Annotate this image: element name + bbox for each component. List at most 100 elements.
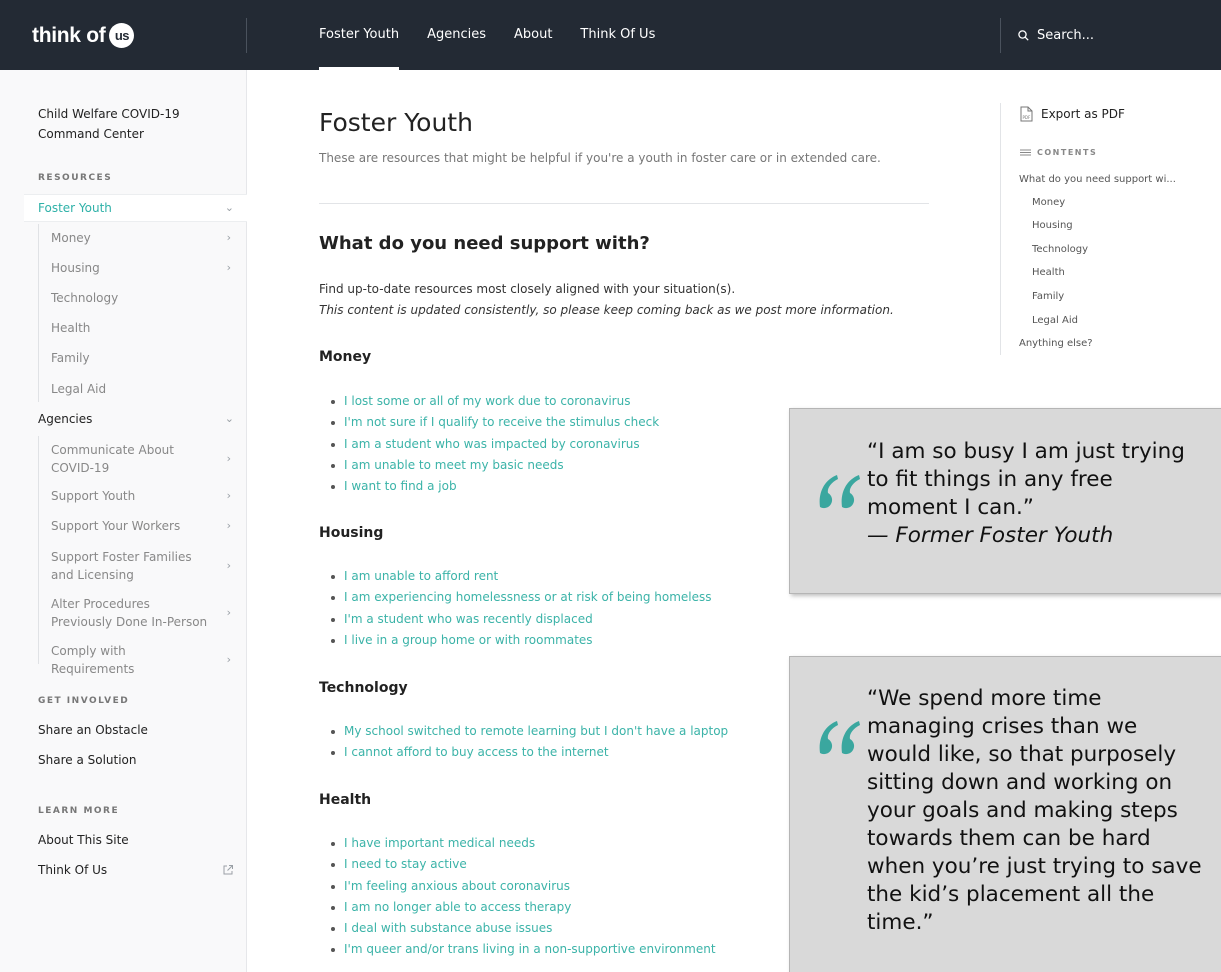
nav-think-of-us[interactable]: Think Of Us bbox=[580, 0, 655, 70]
resource-link[interactable]: I'm not sure if I qualify to receive the… bbox=[331, 412, 659, 433]
export-label: Export as PDF bbox=[1041, 107, 1125, 121]
resource-link[interactable]: I need to stay active bbox=[331, 854, 716, 875]
sidebar-item-support-workers[interactable]: Support Your Workers › bbox=[51, 517, 231, 535]
resource-link[interactable]: I live in a group home or with roommates bbox=[331, 630, 712, 651]
svg-text:PDF: PDF bbox=[1023, 115, 1031, 120]
sidebar-item-label: Support Youth bbox=[51, 489, 136, 503]
think-of-us-logo[interactable]: think of us bbox=[32, 23, 135, 48]
resource-link[interactable]: My school switched to remote learning bu… bbox=[331, 721, 728, 742]
resource-link[interactable]: I'm queer and/or trans living in a non-s… bbox=[331, 939, 716, 960]
toc-item-money[interactable]: Money bbox=[1032, 197, 1065, 208]
sidebar-item-family[interactable]: Family bbox=[51, 349, 231, 367]
sidebar-item-agencies[interactable]: Agencies ⌄ bbox=[38, 410, 234, 428]
resource-link[interactable]: I lost some or all of my work due to cor… bbox=[331, 391, 659, 412]
sidebar-item-share-solution[interactable]: Share a Solution bbox=[38, 751, 234, 769]
chevron-right-icon: › bbox=[226, 452, 231, 465]
sidebar-item-legal-aid[interactable]: Legal Aid bbox=[51, 380, 231, 398]
resource-link[interactable]: I cannot afford to buy access to the int… bbox=[331, 742, 728, 763]
toc-item-technology[interactable]: Technology bbox=[1032, 244, 1088, 255]
nav-about[interactable]: About bbox=[514, 0, 552, 70]
sidebar-item-label: Technology bbox=[51, 291, 119, 305]
sidebar-item-alter-procedures[interactable]: Alter Procedures Previously Done In-Pers… bbox=[51, 595, 231, 631]
resource-link[interactable]: I am a student who was impacted by coron… bbox=[331, 434, 659, 455]
quote-line: towards them can be hard bbox=[867, 826, 1151, 851]
sidebar-item-support-youth[interactable]: Support Youth › bbox=[51, 487, 231, 505]
sidebar-item-support-foster-families[interactable]: Support Foster Families and Licensing › bbox=[51, 548, 231, 584]
sidebar-item-label: Comply with Requirements bbox=[51, 644, 135, 676]
resource-link[interactable]: I have important medical needs bbox=[331, 833, 716, 854]
chevron-right-icon: › bbox=[226, 606, 231, 619]
resources-heading: RESOURCES bbox=[38, 173, 113, 183]
nav-agencies[interactable]: Agencies bbox=[427, 0, 486, 70]
submenu-line bbox=[38, 436, 39, 664]
toc-item-housing[interactable]: Housing bbox=[1032, 220, 1073, 231]
sidebar-item-label: Health bbox=[51, 321, 91, 335]
sidebar-item-foster-youth[interactable]: Foster Youth ⌄ bbox=[38, 199, 234, 217]
sidebar-item-health[interactable]: Health bbox=[51, 319, 231, 337]
chevron-right-icon: › bbox=[226, 519, 231, 532]
main-nav: Foster Youth Agencies About Think Of Us bbox=[319, 0, 683, 70]
toc-item-legal-aid[interactable]: Legal Aid bbox=[1032, 315, 1078, 326]
chevron-right-icon: › bbox=[226, 653, 231, 666]
quote-box: “I am so busy I am just trying to fit th… bbox=[789, 408, 1221, 594]
sidebar-item-label: Share an Obstacle bbox=[38, 723, 148, 737]
sidebar-item-comply[interactable]: Comply with Requirements › bbox=[51, 642, 231, 678]
toc-divider bbox=[1000, 103, 1001, 355]
resource-link[interactable]: I'm a student who was recently displaced bbox=[331, 609, 712, 630]
toc-item-support[interactable]: What do you need support wi... bbox=[1019, 174, 1176, 185]
quotation-mark-icon bbox=[819, 721, 860, 755]
health-links: I have important medical needs I need to… bbox=[331, 833, 716, 961]
sidebar-item-share-obstacle[interactable]: Share an Obstacle bbox=[38, 721, 234, 739]
housing-heading: Housing bbox=[319, 525, 384, 541]
external-link-icon bbox=[223, 865, 233, 875]
resource-link[interactable]: I deal with substance abuse issues bbox=[331, 918, 716, 939]
sidebar-item-communicate[interactable]: Communicate About COVID-19 › bbox=[51, 441, 231, 477]
toc-item-health[interactable]: Health bbox=[1032, 267, 1065, 278]
intro-italic-text: This content is updated consistently, so… bbox=[319, 303, 894, 317]
quote-line: to fit things in any free bbox=[867, 467, 1113, 492]
money-links: I lost some or all of my work due to cor… bbox=[331, 391, 659, 497]
resource-link[interactable]: I am unable to afford rent bbox=[331, 566, 712, 587]
quote-line: sitting down and working on bbox=[867, 770, 1173, 795]
get-involved-heading: GET INVOLVED bbox=[38, 696, 130, 706]
sidebar-item-label: Housing bbox=[51, 261, 100, 275]
sidebar-item-label: Support Foster Families and Licensing bbox=[51, 550, 192, 582]
list-icon bbox=[1020, 149, 1031, 156]
sidebar: Child Welfare COVID-19 Command Center RE… bbox=[0, 70, 247, 972]
resource-link[interactable]: I am unable to meet my basic needs bbox=[331, 455, 659, 476]
sidebar-item-label: Agencies bbox=[38, 412, 93, 426]
topbar-divider bbox=[1000, 18, 1001, 53]
top-navigation-bar: think of us Foster Youth Agencies About … bbox=[0, 0, 1221, 70]
chevron-right-icon: › bbox=[226, 261, 231, 274]
sidebar-item-money[interactable]: Money › bbox=[51, 229, 231, 247]
housing-links: I am unable to afford rent I am experien… bbox=[331, 566, 712, 651]
resource-link[interactable]: I am experiencing homelessness or at ris… bbox=[331, 587, 712, 608]
quote-text: “I am so busy I am just trying to fit th… bbox=[867, 438, 1185, 550]
search-icon bbox=[1018, 29, 1029, 41]
resource-link[interactable]: I'm feeling anxious about coronavirus bbox=[331, 876, 716, 897]
sidebar-item-technology[interactable]: Technology bbox=[51, 289, 231, 307]
export-pdf-button[interactable]: PDF Export as PDF bbox=[1020, 106, 1125, 122]
chevron-down-icon: ⌄ bbox=[224, 412, 234, 425]
sidebar-item-label: Support Your Workers bbox=[51, 519, 181, 533]
sidebar-item-label: Family bbox=[51, 351, 90, 365]
search-input[interactable]: Search... bbox=[1018, 0, 1094, 70]
sidebar-item-about-this-site[interactable]: About This Site bbox=[38, 831, 234, 849]
quote-line: when you’re just trying to save bbox=[867, 854, 1202, 879]
resource-link[interactable]: I want to find a job bbox=[331, 476, 659, 497]
sidebar-item-housing[interactable]: Housing › bbox=[51, 259, 231, 277]
sidebar-item-think-of-us[interactable]: Think Of Us bbox=[38, 861, 234, 879]
toc-item-anything-else[interactable]: Anything else? bbox=[1019, 338, 1093, 349]
nav-foster-youth[interactable]: Foster Youth bbox=[319, 0, 400, 70]
chevron-right-icon: › bbox=[226, 559, 231, 572]
resource-link[interactable]: I am no longer able to access therapy bbox=[331, 897, 716, 918]
divider bbox=[319, 203, 929, 204]
toc-item-family[interactable]: Family bbox=[1032, 291, 1064, 302]
sidebar-title[interactable]: Child Welfare COVID-19 Command Center bbox=[38, 104, 238, 144]
quote-text: “We spend more time managing crises than… bbox=[867, 685, 1202, 937]
money-heading: Money bbox=[319, 349, 372, 365]
quote-line: time.” bbox=[867, 910, 934, 935]
sidebar-item-label: About This Site bbox=[38, 833, 129, 847]
pdf-file-icon: PDF bbox=[1020, 106, 1033, 122]
quote-line: the kid’s placement all the bbox=[867, 882, 1155, 907]
